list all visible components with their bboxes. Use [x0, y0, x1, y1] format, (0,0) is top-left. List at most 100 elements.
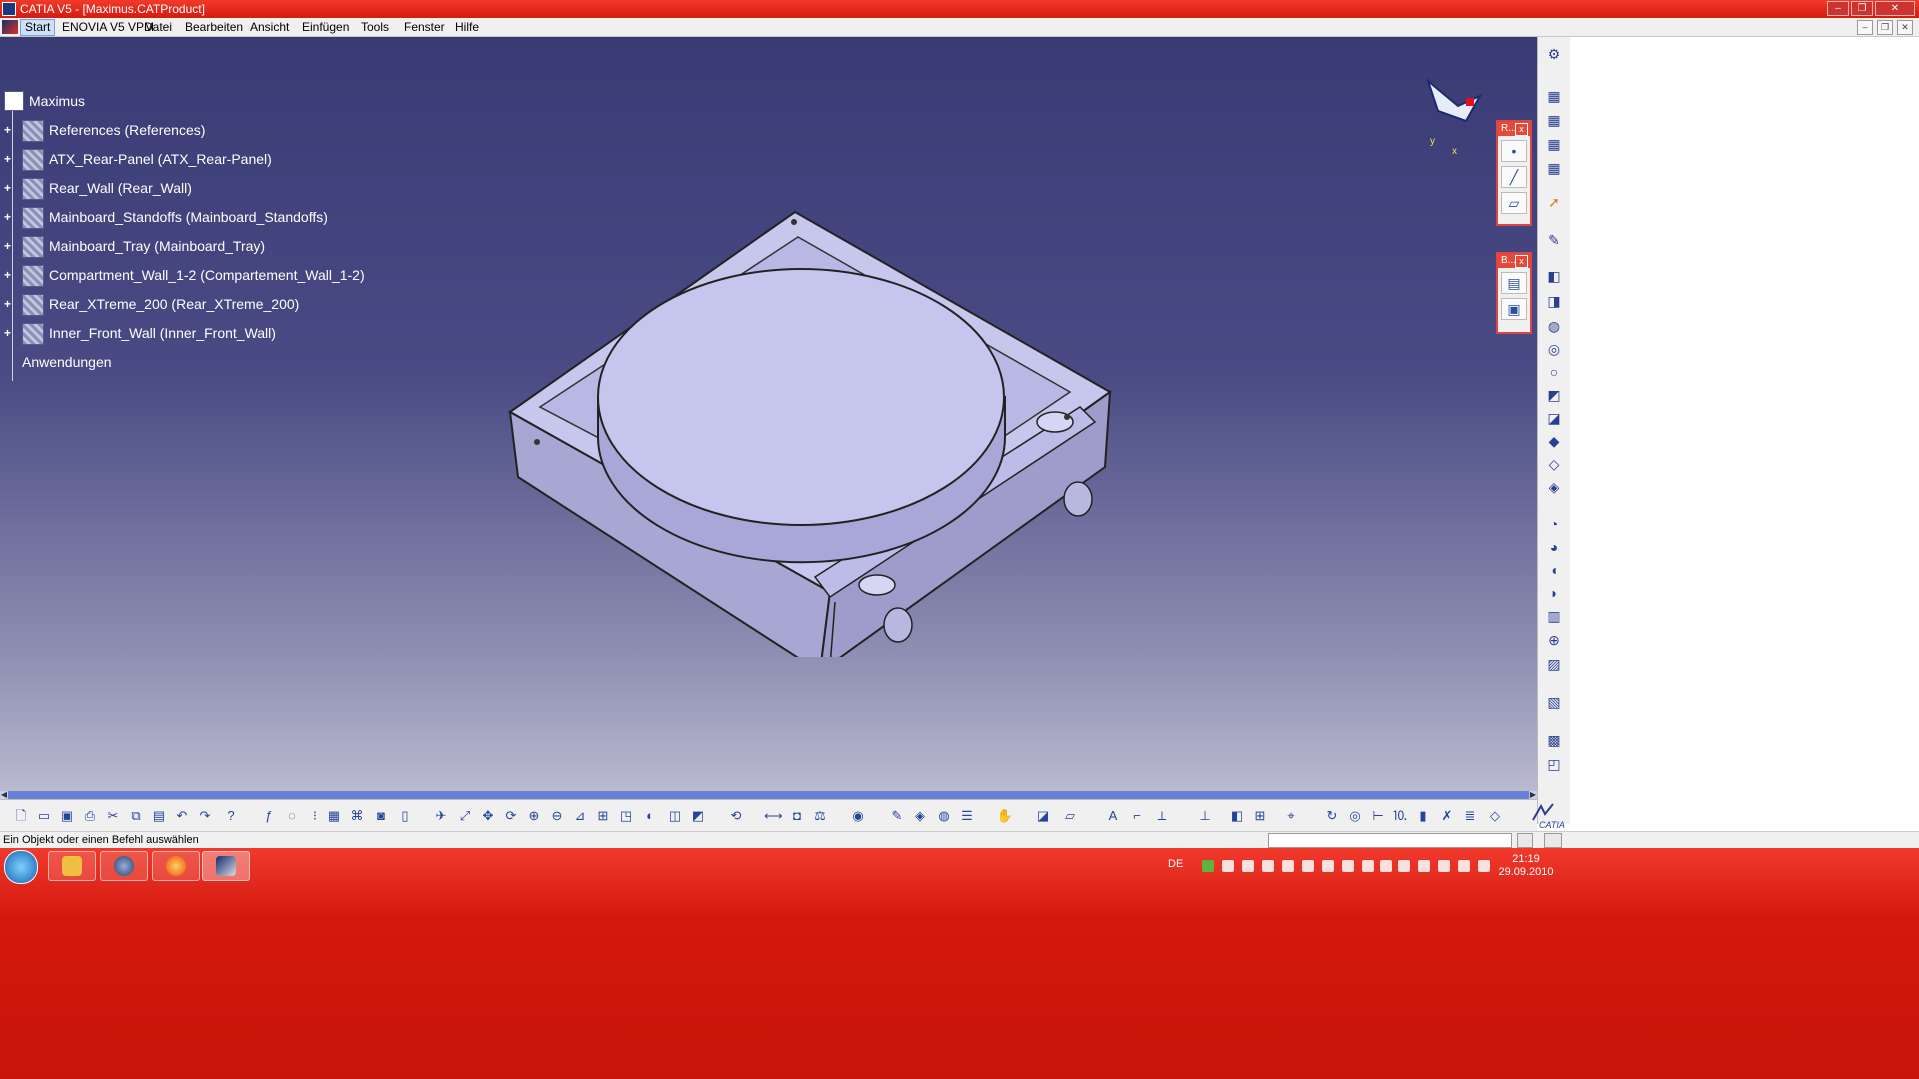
- print-icon[interactable]: ⎙: [81, 807, 99, 825]
- measure-item-icon[interactable]: ◘: [788, 807, 806, 825]
- toolbar-title[interactable]: R... x: [1498, 122, 1530, 136]
- chamfer-icon[interactable]: ◕: [1545, 538, 1563, 556]
- scroll-right-icon[interactable]: ▶: [1529, 791, 1537, 799]
- menu-fenster[interactable]: Fenster: [404, 18, 445, 36]
- layer-icon[interactable]: ☰: [958, 807, 976, 825]
- grid-icon[interactable]: ⊞: [1251, 807, 1269, 825]
- fit-all-icon[interactable]: ⤢: [456, 807, 474, 825]
- swap-icon[interactable]: ◩: [689, 807, 707, 825]
- slot-icon[interactable]: ◪: [1545, 409, 1563, 427]
- volume-icon[interactable]: [1478, 860, 1490, 872]
- surface-icon[interactable]: ◰: [1545, 755, 1563, 773]
- stiffener-icon[interactable]: ◆: [1545, 432, 1563, 450]
- close-button[interactable]: ✕: [1875, 1, 1915, 16]
- menu-bearbeiten[interactable]: Bearbeiten: [185, 18, 243, 36]
- status-button[interactable]: [1517, 833, 1533, 848]
- cylinder-icon[interactable]: ▮: [1414, 807, 1432, 825]
- split-icon[interactable]: ▧: [1545, 693, 1563, 711]
- shaft-icon[interactable]: ◍: [1545, 317, 1563, 335]
- pocket-icon[interactable]: ◨: [1545, 292, 1563, 310]
- reference-elements-toolbar[interactable]: R... x • ╱ ▱: [1496, 120, 1532, 226]
- loft-icon[interactable]: ◇: [1545, 455, 1563, 473]
- scene-icon[interactable]: ◍: [935, 807, 953, 825]
- firefox-icon[interactable]: [152, 851, 200, 881]
- status-button[interactable]: [1544, 833, 1562, 848]
- scroll-left-icon[interactable]: ◀: [0, 791, 8, 799]
- snap-icon[interactable]: ⌖: [1282, 807, 1300, 825]
- rotate-view-icon[interactable]: ↻: [1323, 807, 1341, 825]
- scale-icon[interactable]: ⒑: [1391, 807, 1409, 825]
- sketcher-icon[interactable]: ✎: [1545, 231, 1563, 249]
- menu-ansicht[interactable]: Ansicht: [250, 18, 289, 36]
- thickness-icon[interactable]: ▥: [1545, 607, 1563, 625]
- menu-enovia[interactable]: ENOVIA V5 VPM: [62, 18, 154, 36]
- comment-icon[interactable]: ◌: [283, 807, 301, 825]
- sketch3-icon[interactable]: ▦: [1545, 135, 1563, 153]
- stack-icon[interactable]: ≣: [1461, 807, 1479, 825]
- formula-icon[interactable]: ƒ: [260, 807, 278, 825]
- axis-icon[interactable]: ⊢: [1369, 807, 1387, 825]
- plane-system-icon[interactable]: ▱: [1061, 807, 1079, 825]
- apply-material-icon[interactable]: ✋: [996, 807, 1014, 825]
- explorer-icon[interactable]: [48, 851, 96, 881]
- sketch2-icon[interactable]: ▦: [1545, 111, 1563, 129]
- text-icon[interactable]: A: [1104, 807, 1122, 825]
- fillet-icon[interactable]: ◔: [1545, 515, 1563, 533]
- tray-icon[interactable]: [1342, 860, 1354, 872]
- catalog-icon[interactable]: ◙: [372, 807, 390, 825]
- cube-icon[interactable]: ▣: [1501, 298, 1527, 320]
- paste-icon[interactable]: ▤: [150, 807, 168, 825]
- expand-icon[interactable]: +: [4, 269, 13, 281]
- 3d-model[interactable]: [480, 197, 1140, 657]
- draft-icon[interactable]: ◖: [1545, 561, 1563, 579]
- command-input[interactable]: [1268, 833, 1512, 848]
- body-toolbar[interactable]: B... x ▤ ▣: [1496, 252, 1532, 334]
- dimension-icon[interactable]: ⟂: [1153, 807, 1171, 825]
- tray-icon[interactable]: [1302, 860, 1314, 872]
- tray-expand-icon[interactable]: [1418, 860, 1430, 872]
- iso-view-icon[interactable]: ◳: [617, 807, 635, 825]
- expand-icon[interactable]: +: [4, 211, 13, 223]
- pad-icon[interactable]: ◧: [1545, 267, 1563, 285]
- camera-icon[interactable]: ◉: [849, 807, 867, 825]
- select-icon[interactable]: ➚: [1545, 193, 1563, 211]
- measure-icon[interactable]: ⟷: [764, 807, 783, 825]
- redo-icon[interactable]: ↷: [196, 807, 214, 825]
- horizontal-scrollbar[interactable]: ◀ ▶: [0, 791, 1537, 799]
- update-icon[interactable]: ⟲: [727, 807, 745, 825]
- expand-icon[interactable]: +: [4, 298, 13, 310]
- properties-icon[interactable]: ▯: [396, 807, 414, 825]
- pan-icon[interactable]: ✥: [479, 807, 497, 825]
- open-icon[interactable]: ▭: [35, 807, 53, 825]
- menu-start[interactable]: Start: [20, 19, 56, 36]
- menu-einfuegen[interactable]: Einfügen: [302, 18, 349, 36]
- minimize-button[interactable]: –: [1827, 1, 1849, 16]
- tray-icon[interactable]: [1362, 860, 1374, 872]
- language-indicator[interactable]: DE: [1168, 858, 1183, 870]
- 3d-viewport[interactable]: Maximus + References (References) + ATX_Re…: [0, 37, 1537, 791]
- undo-icon[interactable]: ↶: [173, 807, 191, 825]
- compass-icon[interactable]: y x: [1418, 71, 1488, 161]
- network-icon[interactable]: [1458, 860, 1470, 872]
- windows-start-icon[interactable]: [4, 850, 38, 884]
- close-icon[interactable]: x: [1515, 123, 1528, 136]
- line-icon[interactable]: ╱: [1501, 166, 1527, 188]
- snapshot-icon[interactable]: ✎: [888, 807, 906, 825]
- normal-view-icon[interactable]: ⊿: [571, 807, 589, 825]
- sketch-plane-icon[interactable]: ◪: [1034, 807, 1052, 825]
- tray-icon[interactable]: [1202, 860, 1214, 872]
- knowledge-icon[interactable]: ⁝: [306, 807, 324, 825]
- mass-icon[interactable]: ⚖: [811, 807, 829, 825]
- doc-restore-button[interactable]: ❐: [1877, 20, 1893, 35]
- hole-icon[interactable]: ○: [1545, 363, 1563, 381]
- menu-tools[interactable]: Tools: [361, 18, 389, 36]
- zoom-out-icon[interactable]: ⊖: [548, 807, 566, 825]
- copy-icon[interactable]: ⧉: [127, 807, 145, 825]
- document-icon[interactable]: [2, 20, 18, 34]
- tray-icon[interactable]: [1380, 860, 1392, 872]
- close-icon[interactable]: x: [1515, 255, 1528, 268]
- material-icon[interactable]: ◈: [911, 807, 929, 825]
- mirror-icon[interactable]: ▨: [1545, 655, 1563, 673]
- zoom-in-icon[interactable]: ⊕: [525, 807, 543, 825]
- constraint-icon[interactable]: ⊥: [1196, 807, 1214, 825]
